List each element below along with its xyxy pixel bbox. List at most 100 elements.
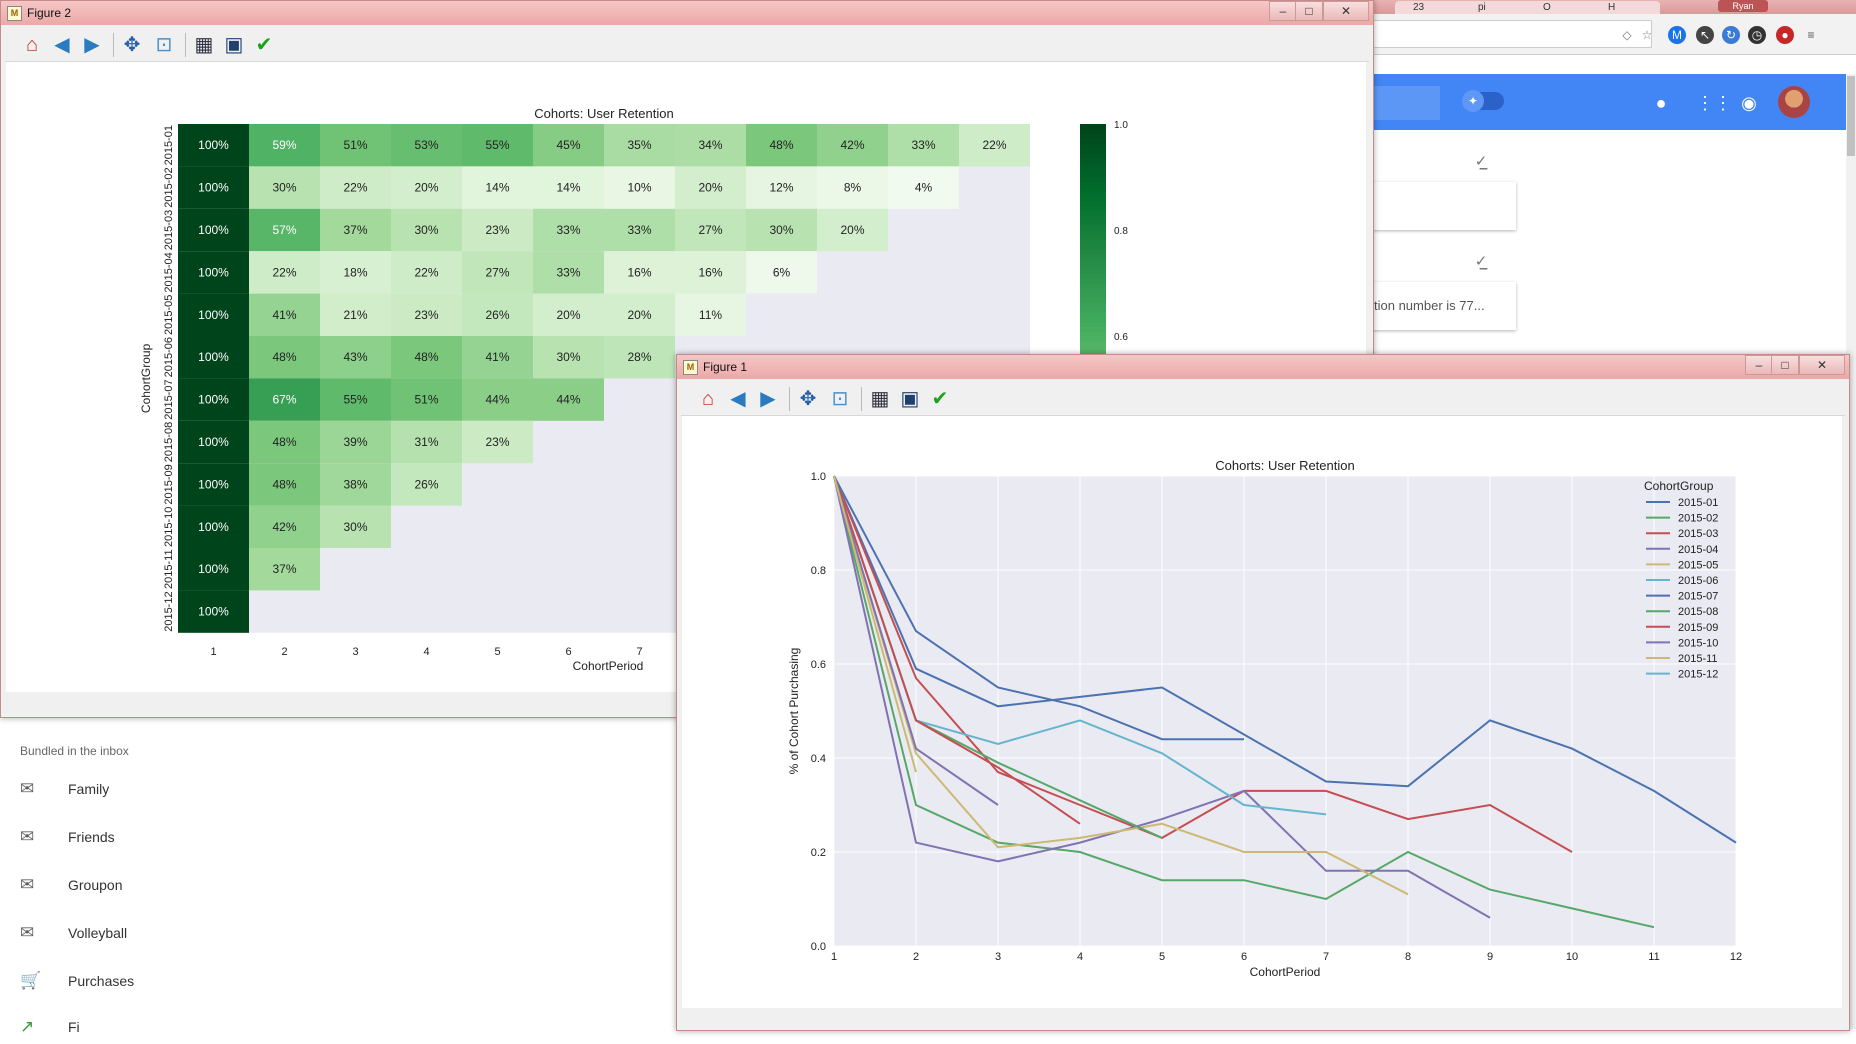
x-tick-label: 6 bbox=[1241, 951, 1247, 963]
maximize-button[interactable]: □ bbox=[1771, 355, 1799, 375]
pin-toggle[interactable]: ✦ bbox=[1462, 90, 1504, 112]
figure1-canvas[interactable]: 1 2 3 4 5 6 7 8 9 10 11 12 0.0 0.2 0.4 0.6 0.8 1.0 Cohorts… bbox=[682, 416, 1842, 1008]
cell-label: 18% bbox=[343, 265, 367, 279]
bundle-label: Purchases bbox=[68, 973, 135, 989]
close-button[interactable]: ✕ bbox=[1323, 1, 1369, 21]
bundles-panel: Bundled in the inbox ✉ Family ✉ Friends ✉ G… bbox=[0, 720, 690, 1036]
cell-label: 30% bbox=[414, 223, 438, 237]
m-icon[interactable]: M bbox=[1668, 26, 1686, 44]
bundle-item-friends[interactable]: ✉ Friends bbox=[20, 824, 320, 854]
x-tick-label: 12 bbox=[1730, 951, 1742, 963]
cell-label: 30% bbox=[343, 520, 367, 534]
forward-icon[interactable]: ▶ bbox=[755, 386, 781, 412]
profile-button[interactable]: Ryan bbox=[1718, 0, 1768, 12]
y-tick-label: 2015-08 bbox=[163, 422, 175, 462]
menu-icon[interactable]: ≡ bbox=[1802, 26, 1820, 44]
zoom-icon[interactable]: ⊡ bbox=[827, 386, 853, 412]
search-box[interactable] bbox=[1370, 86, 1440, 120]
star-icon[interactable]: ☆ bbox=[1638, 26, 1656, 44]
forward-icon[interactable]: ▶ bbox=[79, 32, 105, 58]
check-icon[interactable]: ✔ bbox=[251, 32, 277, 58]
tab-label: pi bbox=[1478, 2, 1486, 13]
cell-label: 42% bbox=[840, 138, 864, 152]
home-icon[interactable]: ⌂ bbox=[695, 386, 721, 412]
pan-icon[interactable]: ✥ bbox=[119, 32, 145, 58]
address-bar[interactable] bbox=[1370, 20, 1652, 48]
cell-label: 30% bbox=[769, 223, 793, 237]
trend-icon: ↗ bbox=[20, 1017, 35, 1036]
home-icon[interactable]: ⌂ bbox=[19, 32, 45, 58]
cell-label: 22% bbox=[414, 265, 438, 279]
eye-slash-icon[interactable]: ◇ bbox=[1618, 26, 1636, 44]
refresh-icon[interactable]: ↻ bbox=[1722, 26, 1740, 44]
cell-label: 100% bbox=[198, 605, 229, 619]
y-tick-label: 2015-06 bbox=[163, 337, 175, 377]
cell-label: 20% bbox=[698, 181, 722, 195]
cell-label: 11% bbox=[699, 308, 722, 322]
avatar[interactable] bbox=[1778, 86, 1810, 118]
save-icon[interactable]: ▣ bbox=[897, 386, 923, 412]
toolbar-separator bbox=[861, 387, 862, 411]
bundle-item-groupon[interactable]: ✉ Groupon bbox=[20, 872, 320, 902]
cell-label: 100% bbox=[198, 138, 229, 152]
cell-label: 37% bbox=[272, 562, 296, 576]
legend-label: 2015-12 bbox=[1678, 669, 1718, 681]
inbox-card[interactable]: tion number is 77... bbox=[1370, 282, 1516, 330]
cell-label: 51% bbox=[343, 138, 367, 152]
cell-label: 51% bbox=[414, 393, 438, 407]
browser-tab[interactable]: H bbox=[1590, 1, 1660, 14]
x-tick-label: 7 bbox=[1323, 951, 1329, 963]
browser-toolbar: ◇ ☆ M ↖ ↻ ◷ ● ≡ bbox=[1370, 14, 1856, 55]
zoom-icon[interactable]: ⊡ bbox=[151, 32, 177, 58]
apps-icon[interactable]: ⋮⋮ bbox=[1696, 92, 1732, 114]
maximize-button[interactable]: □ bbox=[1295, 1, 1323, 21]
reminder-icon[interactable]: ● bbox=[1650, 92, 1672, 114]
check-icon[interactable]: ✔ bbox=[927, 386, 953, 412]
cell-label: 22% bbox=[982, 138, 1006, 152]
shield-icon[interactable]: ● bbox=[1776, 26, 1794, 44]
subplots-icon[interactable]: ▦ bbox=[191, 32, 217, 58]
save-icon[interactable]: ▣ bbox=[221, 32, 247, 58]
figure1-toolbar: ⌂ ◀ ▶ ✥ ⊡ ▦ ▣ ✔ bbox=[681, 381, 1845, 416]
minimize-button[interactable]: ‒ bbox=[1269, 1, 1297, 21]
back-icon[interactable]: ◀ bbox=[49, 32, 75, 58]
figure1-titlebar[interactable]: M Figure 1 ‒ □ ✕ bbox=[677, 355, 1849, 379]
back-icon[interactable]: ◀ bbox=[725, 386, 751, 412]
bundle-item-family[interactable]: ✉ Family bbox=[20, 776, 320, 806]
x-tick-label: 11 bbox=[1648, 951, 1659, 963]
cell-label: 12% bbox=[769, 181, 793, 195]
cell-label: 22% bbox=[272, 265, 296, 279]
legend-label: 2015-06 bbox=[1678, 575, 1718, 587]
sweep-icon[interactable]: ✓̲ bbox=[1470, 252, 1492, 270]
bundle-item-finance[interactable]: ↗ Fi bbox=[20, 1014, 320, 1044]
scrollbar-thumb[interactable] bbox=[1847, 76, 1855, 156]
y-tick-label: 2015-04 bbox=[163, 252, 175, 292]
cell-label: 41% bbox=[272, 308, 296, 322]
close-button[interactable]: ✕ bbox=[1799, 355, 1845, 375]
clock-icon[interactable]: ◷ bbox=[1748, 26, 1766, 44]
x-axis-label: CohortPeriod bbox=[1250, 965, 1321, 979]
minimize-button[interactable]: ‒ bbox=[1745, 355, 1773, 375]
cell-label: 20% bbox=[414, 181, 438, 195]
bundle-item-volleyball[interactable]: ✉ Volleyball bbox=[20, 920, 320, 950]
x-tick-label: 5 bbox=[1159, 951, 1165, 963]
pan-icon[interactable]: ✥ bbox=[795, 386, 821, 412]
y-axis-label: % of Cohort Purchasing bbox=[787, 648, 801, 775]
y-tick-label: 2015-07 bbox=[163, 379, 175, 419]
x-tick-label: 1 bbox=[210, 646, 216, 658]
figure2-titlebar[interactable]: M Figure 2 ‒ □ ✕ bbox=[1, 1, 1373, 25]
inbox-card[interactable] bbox=[1370, 182, 1516, 230]
y-tick-label: 2015-12 bbox=[163, 591, 175, 631]
cell-label: 26% bbox=[414, 477, 438, 491]
subplots-icon[interactable]: ▦ bbox=[867, 386, 893, 412]
legend-label: 2015-10 bbox=[1678, 637, 1718, 649]
sweep-icon[interactable]: ✓̲ bbox=[1470, 152, 1492, 170]
cell-label: 34% bbox=[698, 138, 722, 152]
cursor-icon[interactable]: ↖ bbox=[1696, 26, 1714, 44]
cell-label: 59% bbox=[272, 138, 296, 152]
bundle-item-purchases[interactable]: 🛒 Purchases bbox=[20, 968, 320, 998]
cell-label: 27% bbox=[698, 223, 722, 237]
x-tick-label: 3 bbox=[995, 951, 1001, 963]
cell-label: 20% bbox=[840, 223, 864, 237]
notifications-icon[interactable]: ◉ bbox=[1738, 92, 1760, 114]
